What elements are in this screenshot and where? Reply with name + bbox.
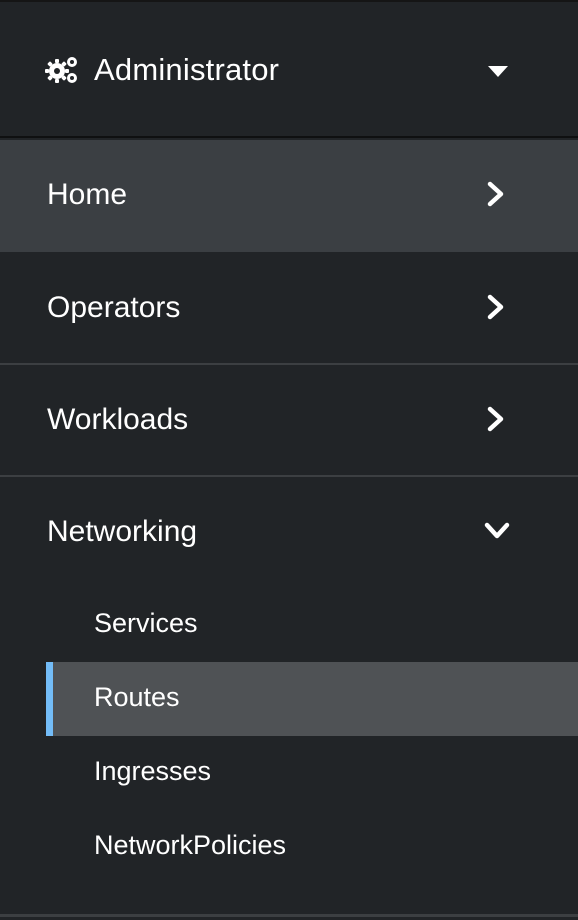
nav-section-label: Home — [47, 178, 128, 211]
nav-item-routes[interactable]: Routes — [46, 662, 578, 736]
cogs-icon — [45, 57, 77, 83]
nav-section-label: Workloads — [47, 403, 189, 436]
angle-right-icon — [487, 181, 504, 207]
nav-item-label: Services — [94, 608, 198, 638]
angle-down-icon — [484, 522, 510, 539]
nav-section-home[interactable]: Home — [0, 140, 578, 252]
nav-item-label: NetworkPolicies — [94, 830, 287, 860]
nav-item-label: Ingresses — [94, 756, 212, 786]
nav-section-networking[interactable]: Networking — [0, 477, 578, 589]
nav-item-label: Routes — [94, 682, 180, 712]
section-divider — [0, 914, 578, 917]
perspective-label: Administrator — [94, 52, 280, 87]
angle-right-icon — [487, 406, 504, 432]
caret-down-icon — [488, 66, 508, 77]
side-navigation: Administrator Home Operators Workloads N… — [0, 0, 578, 920]
nav-section-label: Operators — [47, 291, 181, 324]
nav-item-services[interactable]: Services — [46, 588, 578, 662]
nav-section-operators[interactable]: Operators — [0, 253, 578, 365]
perspective-switcher[interactable]: Administrator — [0, 0, 578, 138]
nav-item-ingresses[interactable]: Ingresses — [46, 736, 578, 810]
nav-section-workloads[interactable]: Workloads — [0, 365, 578, 477]
nav-section-label: Networking — [47, 515, 198, 548]
nav-item-networkpolicies[interactable]: NetworkPolicies — [46, 810, 578, 884]
angle-right-icon — [487, 294, 504, 320]
